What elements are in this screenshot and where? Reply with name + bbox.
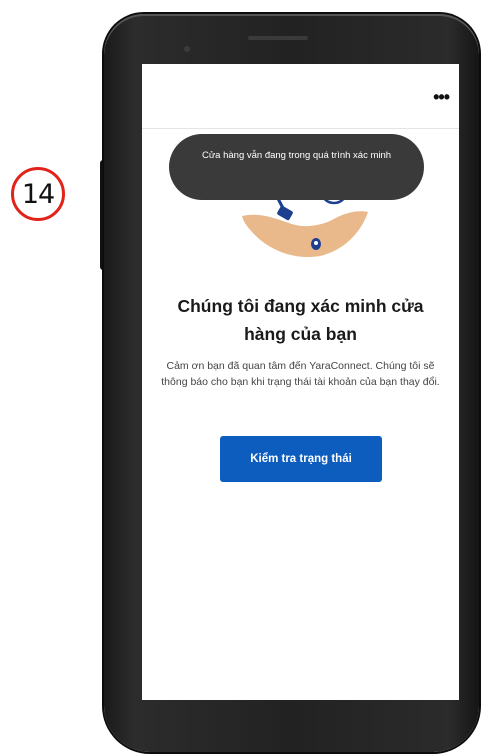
app-header: •••	[142, 64, 459, 129]
phone-camera	[184, 46, 190, 52]
verification-toast: Cửa hàng vẫn đang trong quá trình xác mi…	[169, 134, 424, 200]
step-number-badge: 14	[11, 167, 65, 221]
page-description: Cảm ơn bạn đã quan tâm đến YaraConnect. …	[161, 360, 440, 388]
page-title: Chúng tôi đang xác minh cửa hàng của bạn	[177, 296, 424, 344]
check-status-button[interactable]: Kiểm tra trạng thái	[220, 436, 382, 482]
app-screen: ••• Cửa hàng vẫn đang trong quá trình xá…	[142, 64, 459, 700]
phone-speaker	[248, 36, 308, 40]
more-options-icon[interactable]: •••	[433, 88, 450, 106]
